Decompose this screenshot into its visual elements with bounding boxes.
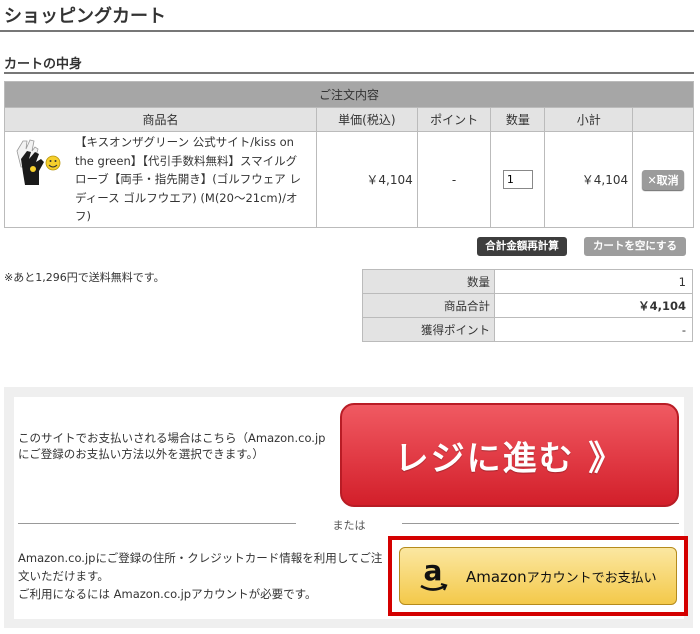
- summary-total-label: 商品合計: [362, 293, 495, 318]
- page-title: ショッピングカート: [4, 6, 166, 27]
- summary-total-value: ￥4,104: [494, 293, 693, 318]
- amazon-pay-suffix: アカウントでお支払い: [526, 570, 657, 586]
- product-thumbnail[interactable]: [13, 137, 63, 190]
- summary-row: 獲得ポイント -: [362, 317, 693, 342]
- summary-quantity-label: 数量: [362, 269, 495, 294]
- recalculate-button[interactable]: 合計金額再計算: [477, 237, 567, 256]
- unit-price-cell: ￥4,104: [315, 131, 418, 228]
- action-cell: ✕取消: [632, 131, 694, 228]
- section-title: カートの中身: [4, 57, 83, 72]
- proceed-to-checkout-button[interactable]: レジに進む 》: [340, 403, 679, 507]
- cart-table: ご注文内容 商品名 単価(税込) ポイント 数量 小計 【キスオンザグリーン 公…: [4, 81, 694, 228]
- summary-table: 数量 1 商品合計 ￥4,104 獲得ポイント -: [362, 269, 693, 342]
- summary-quantity-value: 1: [494, 269, 693, 294]
- subtotal-cell: ￥4,104: [544, 131, 634, 228]
- header-action: [632, 107, 694, 132]
- title-divider: [0, 30, 694, 32]
- header-unit-price: 単価(税込): [315, 107, 418, 132]
- summary-points-label: 獲得ポイント: [362, 317, 495, 342]
- product-cell: 【キスオンザグリーン 公式サイト/kiss on the green】【代引手数…: [4, 131, 317, 228]
- or-divider-right: [402, 523, 679, 524]
- header-subtotal: 小計: [544, 107, 634, 132]
- amazon-logo-letter: a: [424, 556, 443, 587]
- header-product: 商品名: [4, 107, 317, 132]
- or-divider-left: [18, 523, 296, 524]
- amazon-pay-text-2: ご利用になるには Amazon.co.jpアカウントが必要です。: [18, 587, 317, 601]
- cancel-button[interactable]: ✕取消: [642, 169, 684, 190]
- amazon-logo-icon: a: [420, 556, 448, 591]
- points-cell: -: [416, 131, 492, 228]
- quantity-cell: [490, 131, 546, 228]
- cart-caption: ご注文内容: [4, 81, 694, 108]
- site-payment-text: このサイトでお支払いされる場合はこちら（Amazon.co.jpにご登録のお支払…: [18, 431, 326, 461]
- amazon-pay-brand: Amazon: [466, 567, 527, 586]
- summary-row: 商品合計 ￥4,104: [362, 293, 693, 318]
- amazon-pay-text-1: Amazon.co.jpにご登録の住所・クレジットカード情報を利用してご注文いた…: [18, 551, 383, 583]
- amazon-pay-label: Amazonアカウントでお支払い: [466, 567, 657, 586]
- section-divider: [4, 72, 694, 74]
- amazon-pay-button[interactable]: a Amazonアカウントでお支払い: [399, 547, 677, 605]
- or-text: または: [332, 519, 366, 532]
- summary-points-value: -: [494, 317, 693, 342]
- header-quantity: 数量: [490, 107, 546, 132]
- empty-cart-button[interactable]: カートを空にする: [584, 237, 686, 256]
- quantity-input[interactable]: [502, 170, 533, 189]
- table-row: 【キスオンザグリーン 公式サイト/kiss on the green】【代引手数…: [4, 131, 694, 228]
- summary-row: 数量 1: [362, 269, 693, 294]
- shipping-note: ※あと1,296円で送料無料です。: [4, 271, 165, 284]
- product-name-link[interactable]: 【キスオンザグリーン 公式サイト/kiss on the green】【代引手数…: [75, 133, 307, 226]
- header-points: ポイント: [416, 107, 492, 132]
- amazon-pay-description: Amazon.co.jpにご登録の住所・クレジットカード情報を利用してご注文いた…: [18, 549, 390, 603]
